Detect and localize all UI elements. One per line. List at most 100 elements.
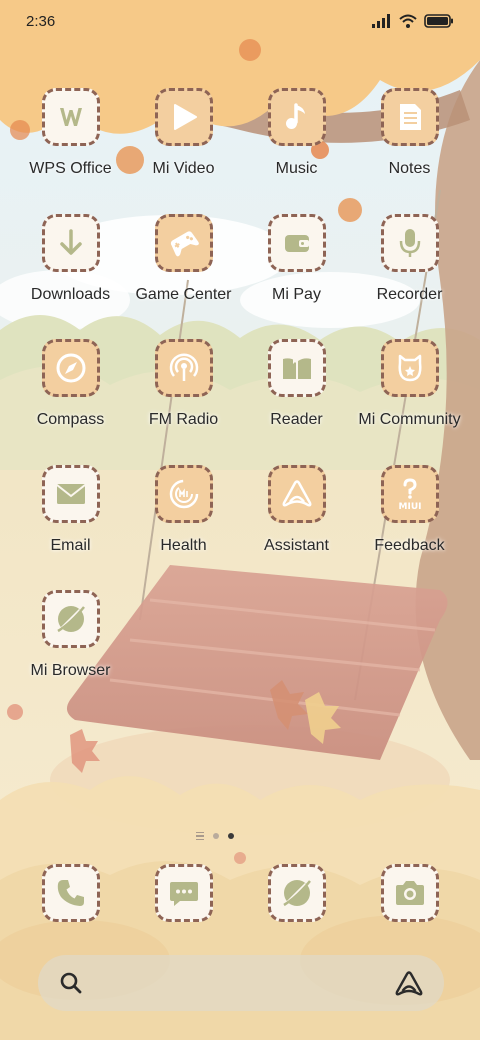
app-row: WPS Office Mi Video Music Notes <box>14 88 466 214</box>
envelope-icon <box>55 483 86 504</box>
app-icon-tile[interactable] <box>41 864 100 922</box>
app-icon-tile[interactable] <box>267 464 326 523</box>
status-icons <box>372 14 454 28</box>
dock-camera[interactable] <box>353 864 466 922</box>
app-row: Email Health Assistant MIUI Feedback <box>14 464 466 591</box>
mi-bunny-icon <box>397 354 422 382</box>
app-mi-pay[interactable]: Mi Pay <box>240 213 353 340</box>
app-label: Music <box>275 160 318 177</box>
notes-icon <box>399 104 421 130</box>
feedback-badge-text: MIUI <box>398 502 421 512</box>
app-icon-tile[interactable] <box>41 339 100 397</box>
app-label: Email <box>50 536 91 554</box>
app-icon-tile[interactable] <box>154 213 213 272</box>
app-notes[interactable]: Notes <box>353 88 466 214</box>
page-dot[interactable] <box>213 833 219 839</box>
app-label: WPS Office <box>29 160 112 177</box>
app-health[interactable]: Health <box>127 464 240 591</box>
health-ring-icon <box>169 479 198 508</box>
app-mi-community[interactable]: Mi Community <box>353 339 466 465</box>
camera-icon <box>395 881 424 905</box>
assistant-icon[interactable] <box>394 970 424 996</box>
book-icon <box>282 356 311 379</box>
battery-icon <box>424 14 453 28</box>
app-game-center[interactable]: Game Center <box>127 213 240 340</box>
browser-icon <box>282 880 311 907</box>
app-assistant[interactable]: Assistant <box>240 464 353 591</box>
app-row: Compass FM Radio Reader Mi Community <box>14 339 466 465</box>
music-note-icon <box>285 103 305 129</box>
download-arrow-icon <box>59 228 82 255</box>
app-label: Mi Community <box>358 411 461 428</box>
compass-icon <box>56 353 85 383</box>
app-row: Mi Browser <box>14 590 466 716</box>
app-icon-tile[interactable] <box>154 88 213 146</box>
app-feedback[interactable]: MIUI Feedback <box>353 464 466 591</box>
app-icon-tile[interactable]: MIUI <box>380 464 439 523</box>
app-wps-office[interactable]: WPS Office <box>14 88 127 214</box>
app-label: Reader <box>270 411 323 428</box>
app-reader[interactable]: Reader <box>240 339 353 465</box>
status-time: 2:36 <box>26 12 56 30</box>
status-bar: 2:36 <box>0 0 480 42</box>
app-label: Assistant <box>264 536 329 554</box>
app-icon-tile[interactable] <box>154 864 213 922</box>
microphone-icon <box>399 228 420 257</box>
app-icon-tile[interactable] <box>41 213 100 272</box>
app-label: Mi Pay <box>272 285 321 303</box>
browser-icon <box>56 606 85 633</box>
app-icon-tile[interactable] <box>380 213 439 272</box>
wifi-icon <box>399 14 417 28</box>
app-icon-tile[interactable] <box>267 88 326 146</box>
app-grid: WPS Office Mi Video Music Notes Download… <box>14 88 466 716</box>
app-icon-tile[interactable] <box>267 864 326 922</box>
search-bar[interactable] <box>38 955 444 1011</box>
app-label: Compass <box>36 411 105 428</box>
app-label: Recorder <box>376 285 443 303</box>
feedback-icon: MIUI <box>398 477 421 512</box>
app-icon-tile[interactable] <box>41 464 100 523</box>
app-label: Feedback <box>374 536 445 554</box>
radio-icon <box>169 353 198 381</box>
app-icon-tile[interactable] <box>41 88 100 146</box>
dock-phone[interactable] <box>14 864 127 922</box>
app-label: Health <box>160 536 207 554</box>
assistant-icon <box>282 479 311 506</box>
app-label: Notes <box>388 160 431 177</box>
app-mi-video[interactable]: Mi Video <box>127 88 240 214</box>
dock-messages[interactable] <box>127 864 240 922</box>
app-row: Downloads Game Center Mi Pay Recorder <box>14 213 466 340</box>
app-icon-tile[interactable] <box>154 464 213 523</box>
wallet-icon <box>284 234 309 252</box>
app-downloads[interactable]: Downloads <box>14 213 127 340</box>
page-indicator[interactable] <box>196 829 256 843</box>
app-icon-tile[interactable] <box>380 88 439 146</box>
app-label: FM Radio <box>148 411 219 428</box>
wps-office-icon <box>59 108 82 126</box>
dock <box>14 864 466 922</box>
app-music[interactable]: Music <box>240 88 353 214</box>
search-icon[interactable] <box>58 970 84 996</box>
app-label: Mi Video <box>152 160 215 177</box>
app-icon-tile[interactable] <box>380 339 439 397</box>
signal-icon <box>372 14 390 28</box>
app-email[interactable]: Email <box>14 464 127 591</box>
app-icon-tile[interactable] <box>380 864 439 922</box>
app-label: Downloads <box>30 285 111 303</box>
app-label: Game Center <box>135 285 232 303</box>
gamepad-icon <box>170 230 199 256</box>
app-icon-tile[interactable] <box>154 339 213 397</box>
app-recorder[interactable]: Recorder <box>353 213 466 340</box>
app-mi-browser[interactable]: Mi Browser <box>14 590 127 716</box>
dock-browser[interactable] <box>240 864 353 922</box>
messages-icon <box>169 882 198 906</box>
phone-icon <box>57 880 84 906</box>
app-icon-tile[interactable] <box>267 339 326 397</box>
app-drawer-menu-icon[interactable] <box>196 831 204 841</box>
app-label: Mi Browser <box>30 662 111 679</box>
app-icon-tile[interactable] <box>41 590 100 648</box>
page-dot-active[interactable] <box>228 833 234 839</box>
app-fm-radio[interactable]: FM Radio <box>127 339 240 465</box>
app-compass[interactable]: Compass <box>14 339 127 465</box>
app-icon-tile[interactable] <box>267 213 326 272</box>
